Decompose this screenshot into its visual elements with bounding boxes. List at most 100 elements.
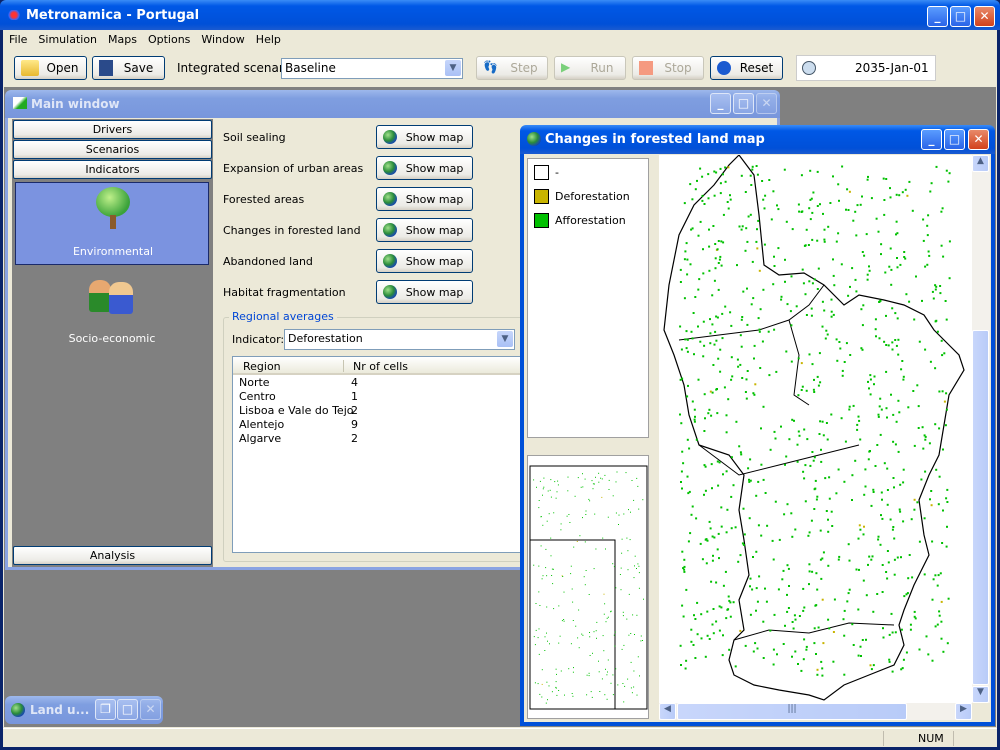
- main-close-button[interactable]: ✕: [756, 93, 777, 114]
- map-maximize-button[interactable]: □: [944, 129, 965, 150]
- nav-scenarios[interactable]: Scenarios: [13, 140, 212, 159]
- indicator-select[interactable]: Deforestation ▼: [284, 329, 515, 350]
- region-cell: Norte: [239, 376, 270, 389]
- clock-icon: [802, 61, 816, 75]
- open-button[interactable]: Open: [14, 56, 87, 80]
- show-map-urban-expansion[interactable]: Show map: [376, 156, 473, 180]
- legend-label: Deforestation: [555, 190, 630, 203]
- legend-swatch: [534, 189, 549, 204]
- regional-averages-title: Regional averages: [229, 310, 337, 323]
- cells-cell: 1: [351, 390, 358, 403]
- menu-maps[interactable]: Maps: [108, 33, 137, 46]
- show-map-abandoned-land[interactable]: Show map: [376, 249, 473, 273]
- show-map-habitat-fragmentation[interactable]: Show map: [376, 280, 473, 304]
- indicator-label: Abandoned land: [223, 255, 313, 268]
- scroll-down-button[interactable]: ▼: [972, 686, 989, 703]
- folder-icon: [21, 60, 39, 76]
- cells-cell: 2: [351, 432, 358, 445]
- region-cell: Centro: [239, 390, 276, 403]
- category-socio-economic[interactable]: Socio-economic: [15, 272, 209, 352]
- table-row[interactable]: Centro 1: [233, 389, 526, 403]
- indicator-label: Changes in forested land: [223, 224, 361, 237]
- globe-icon: [527, 132, 541, 146]
- nav-analysis[interactable]: Analysis: [13, 546, 212, 565]
- floppy-icon: [99, 60, 113, 76]
- globe-icon: [383, 285, 397, 299]
- show-map-forested-changes[interactable]: Show map: [376, 218, 473, 242]
- legend-swatch: [534, 213, 549, 228]
- region-cell: Algarve: [239, 432, 282, 445]
- minimized-land-use-window[interactable]: Land u... ❐ □ ✕: [5, 696, 163, 724]
- table-row[interactable]: Lisboa e Vale do Tejo 2: [233, 403, 526, 417]
- chevron-down-icon[interactable]: ▼: [445, 60, 461, 76]
- scroll-right-button[interactable]: ▶: [955, 703, 972, 720]
- people-icon: [89, 280, 111, 312]
- table-row[interactable]: Algarve 2: [233, 431, 526, 445]
- restore-button[interactable]: ❐: [95, 699, 116, 720]
- scroll-up-button[interactable]: ▲: [972, 155, 989, 172]
- chevron-down-icon[interactable]: ▼: [497, 331, 513, 347]
- play-icon: ▶: [561, 60, 571, 74]
- legend-label: -: [555, 166, 559, 179]
- reset-button[interactable]: Reset: [710, 56, 783, 80]
- globe-icon: [383, 223, 397, 237]
- map-minimize-button[interactable]: _: [921, 129, 942, 150]
- map-horizontal-scrollbar[interactable]: ◀ ||| ▶: [659, 703, 972, 720]
- menu-window[interactable]: Window: [201, 33, 244, 46]
- column-header-region[interactable]: Region: [243, 360, 281, 373]
- globe-icon: [11, 703, 25, 717]
- close-button[interactable]: ✕: [140, 699, 161, 720]
- scroll-left-button[interactable]: ◀: [659, 703, 676, 720]
- menu-simulation[interactable]: Simulation: [38, 33, 97, 46]
- main-minimize-button[interactable]: _: [710, 93, 731, 114]
- close-button[interactable]: ✕: [974, 6, 995, 27]
- reset-icon: [717, 61, 731, 75]
- chart-icon: [13, 97, 27, 109]
- map-window-title-bar: Changes in forested land map _ □ ✕: [520, 125, 995, 154]
- menu-options[interactable]: Options: [148, 33, 190, 46]
- run-button[interactable]: ▶ Run: [554, 56, 626, 80]
- portugal-map: [663, 155, 965, 701]
- scenario-select[interactable]: Baseline ▼: [281, 58, 463, 79]
- minimize-button[interactable]: _: [927, 6, 948, 27]
- show-map-soil-sealing[interactable]: Show map: [376, 125, 473, 149]
- maximize-button[interactable]: □: [950, 6, 971, 27]
- legend-item: Afforestation: [534, 213, 626, 228]
- show-map-forested-areas[interactable]: Show map: [376, 187, 473, 211]
- app-icon: [7, 10, 21, 20]
- main-window-title-bar: Main window _ □ ✕: [5, 90, 780, 118]
- regional-table: Region Nr of cells Norte 4 Centro 1 Lisboa e…: [232, 356, 527, 553]
- overview-map-canvas: [529, 465, 648, 710]
- table-row[interactable]: Norte 4: [233, 375, 526, 389]
- map-legend: - Deforestation Afforestation: [527, 158, 649, 438]
- num-lock-indicator: NUM: [918, 732, 944, 745]
- category-environmental[interactable]: Environmental: [15, 182, 209, 265]
- menu-help[interactable]: Help: [256, 33, 281, 46]
- status-bar: NUM: [3, 728, 997, 747]
- cells-cell: 2: [351, 404, 358, 417]
- footsteps-icon: 👣: [483, 60, 498, 74]
- map-vertical-scrollbar[interactable]: ▲ ▼: [972, 155, 990, 703]
- step-button[interactable]: 👣 Step: [476, 56, 548, 80]
- save-button[interactable]: Save: [92, 56, 165, 80]
- vertical-scroll-thumb[interactable]: [972, 330, 989, 685]
- table-row[interactable]: Alentejo 9: [233, 417, 526, 431]
- overview-map[interactable]: [527, 455, 649, 719]
- legend-item: -: [534, 165, 559, 180]
- indicator-label: Expansion of urban areas: [223, 162, 364, 175]
- main-maximize-button[interactable]: □: [733, 93, 754, 114]
- menu-file[interactable]: File: [9, 33, 27, 46]
- maximize-button[interactable]: □: [117, 699, 138, 720]
- horizontal-scroll-thumb[interactable]: |||: [677, 703, 907, 720]
- legend-swatch: [534, 165, 549, 180]
- nav-drivers[interactable]: Drivers: [13, 120, 212, 139]
- menu-bar: File Simulation Maps Options Window Help: [9, 33, 292, 46]
- indicator-select-label: Indicator:: [232, 333, 285, 346]
- stop-button[interactable]: Stop: [632, 56, 704, 80]
- indicator-label: Forested areas: [223, 193, 305, 206]
- column-header-cells[interactable]: Nr of cells: [353, 360, 408, 373]
- nav-indicators[interactable]: Indicators: [13, 160, 212, 179]
- map-view[interactable]: [659, 155, 972, 703]
- map-close-button[interactable]: ✕: [968, 129, 989, 150]
- cells-cell: 4: [351, 376, 358, 389]
